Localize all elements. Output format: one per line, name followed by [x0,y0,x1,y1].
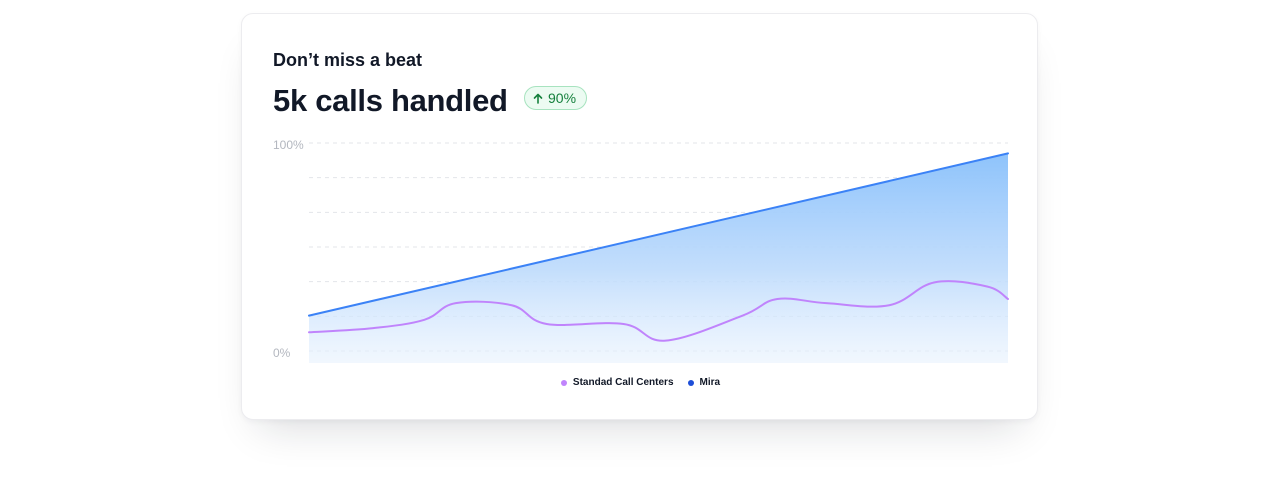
legend-item: Standad Call Centers [560,377,674,388]
legend-label: Standad Call Centers [572,377,674,388]
y-tick-label: 100% [273,138,304,152]
legend-item: Mira [687,377,721,388]
area-chart: 100% 0% [273,138,1009,363]
legend-marker [560,379,567,386]
mira-area [309,153,1008,363]
y-tick-label: 0% [273,346,291,360]
chart-card: Don’t miss a beat 5k calls handled 90% 1… [241,13,1038,420]
legend-label: Mira [699,377,721,388]
legend-marker [687,379,694,386]
chart-legend: Standad Call Centers Mira [242,377,1039,388]
